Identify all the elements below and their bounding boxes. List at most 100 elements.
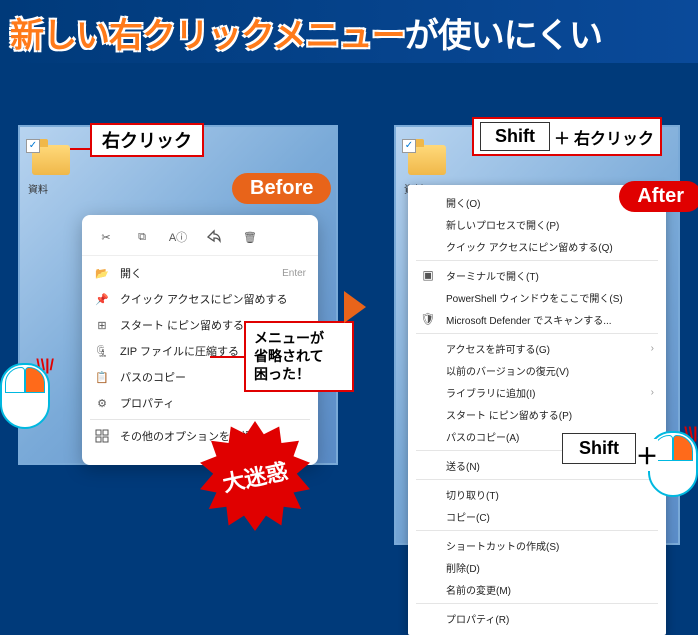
blank-icon (420, 340, 436, 356)
menu-item[interactable]: 切り取り(T) (408, 483, 666, 505)
menu-item-label: プロパティ (120, 395, 306, 411)
menu-item[interactable]: PowerShell ウィンドウをここで開く(S) (408, 286, 666, 308)
callout-line3: 困った！ (254, 365, 344, 383)
folder-icon[interactable]: ✓ (408, 145, 446, 175)
share-icon[interactable] (204, 227, 224, 247)
menu-item[interactable]: プロパティ(R) (408, 607, 666, 629)
menu-item[interactable]: 📌クイック アクセスにピン留めする (82, 286, 318, 312)
menu-item[interactable]: 削除(D) (408, 556, 666, 578)
menu-item[interactable]: ⚙ プロパティ (82, 390, 318, 416)
mouse-right-button-icon (673, 435, 693, 461)
key-shift-small: Shift (562, 433, 636, 464)
blank-icon (420, 508, 436, 524)
callout-complaint: メニューが 省略されて 困った！ (244, 321, 354, 392)
transition-arrow-icon (344, 291, 366, 323)
menu-item-label: 以前のバージョンの復元(V) (446, 363, 654, 378)
badge-before: Before (232, 173, 331, 204)
menu-item[interactable]: クイック アクセスにピン留めする(Q) (408, 235, 666, 257)
menu-item-label: ライブラリに追加(I) (446, 385, 641, 400)
callout-line2: 省略されて (254, 347, 344, 365)
menu-item[interactable]: 📂 開く Enter (82, 260, 318, 286)
menu-item[interactable]: コピー(C) (408, 505, 666, 527)
chevron-right-icon: › (651, 343, 654, 354)
checkbox-icon[interactable]: ✓ (402, 139, 416, 153)
page-title-bar: 新しい右クリックメニューが使いにくい (0, 0, 698, 63)
menu-item[interactable]: アクセスを許可する(G) › (408, 337, 666, 359)
rename-icon[interactable]: Aⓘ (168, 227, 188, 247)
chevron-right-icon: › (651, 387, 654, 398)
mouse-illustration-left: \\|/ (0, 363, 50, 433)
path-icon: 📋 (94, 369, 110, 385)
more-icon (94, 428, 110, 444)
menu-separator (416, 603, 658, 604)
zip-icon: 🗜 (94, 343, 110, 359)
menu-item-label: スタート にピン留めする(P) (446, 407, 654, 422)
pointer-line (70, 148, 90, 150)
label-right-click: 右クリック (90, 123, 204, 157)
menu-separator (416, 530, 658, 531)
menu-item-label: 新しいプロセスで開く(P) (446, 217, 654, 232)
blank-icon (420, 362, 436, 378)
menu-item-label: Microsoft Defender でスキャンする... (446, 312, 654, 327)
menu-item[interactable]: スタート にピン留めする(P) (408, 403, 666, 425)
blank-icon (420, 559, 436, 575)
menu-item-label: クイック アクセスにピン留めする (120, 291, 306, 307)
cut-icon[interactable]: ✂ (96, 227, 116, 247)
blank-icon (420, 194, 436, 210)
menu-item[interactable]: 以前のバージョンの復元(V) (408, 359, 666, 381)
mouse-left-button-icon (5, 367, 25, 393)
blank-icon (420, 428, 436, 444)
menu-item-label: コピー(C) (446, 509, 654, 524)
label-right-click-text: 右クリック (102, 131, 192, 151)
blank-icon (420, 289, 436, 305)
badge-after: After (619, 181, 698, 212)
blank-icon (420, 238, 436, 254)
blank-icon (420, 457, 436, 473)
menu-item-label: ショートカットの作成(S) (446, 538, 654, 553)
terminal-icon: ▣ (420, 267, 436, 283)
blank-icon (420, 610, 436, 626)
menu-separator (416, 260, 658, 261)
blank-icon (420, 406, 436, 422)
blank-icon (420, 384, 436, 400)
content-area: ✓ 資料 ✂ ⧉ Aⓘ 🗑 📂開くEnter📌クイック アクセスにピン留めする⊞… (0, 63, 698, 543)
menu-item-label: 切り取り(T) (446, 487, 654, 502)
folder-label: 資料 (28, 181, 48, 196)
blank-icon (420, 537, 436, 553)
plus-icon: ＋ (554, 125, 570, 149)
menu-item-label: 開く (120, 265, 272, 281)
context-menu-classic: 開く(O)新しいプロセスで開く(P)クイック アクセスにピン留めする(Q)▣ター… (408, 185, 666, 635)
menu-separator (90, 419, 310, 420)
blank-icon (420, 486, 436, 502)
menu-item-label: アクセスを許可する(G) (446, 341, 641, 356)
title-white: が使いにくい (405, 17, 602, 55)
open-icon: 📂 (94, 265, 110, 281)
menu-item-label: 名前の変更(M) (446, 582, 654, 597)
menu-item[interactable]: 名前の変更(M) (408, 578, 666, 600)
top-icon-row: ✂ ⧉ Aⓘ 🗑 (82, 221, 318, 256)
properties-icon: ⚙ (94, 395, 110, 411)
menu-item-label: PowerShell ウィンドウをここで開く(S) (446, 290, 654, 305)
menu-item-hint: Enter (282, 268, 306, 279)
menu-item[interactable]: ▣ ターミナルで開く(T) (408, 264, 666, 286)
mouse-body-icon (0, 363, 50, 429)
callout-line1: メニューが (254, 329, 344, 347)
shield-icon: 🛡 (420, 311, 436, 327)
title-orange: 新しい右クリックメニュー (10, 17, 405, 55)
plus-icon-small: ＋ (636, 439, 658, 471)
blank-icon (420, 581, 436, 597)
menu-item[interactable]: ライブラリに追加(I) › (408, 381, 666, 403)
blank-icon (420, 216, 436, 232)
folder-icon[interactable]: ✓ (32, 145, 70, 175)
copy-icon[interactable]: ⧉ (132, 227, 152, 247)
menu-item-label: クイック アクセスにピン留めする(Q) (446, 239, 654, 254)
menu-item[interactable]: 新しいプロセスで開く(P) (408, 213, 666, 235)
menu-item-label: 削除(D) (446, 560, 654, 575)
menu-item-label: ターミナルで開く(T) (446, 268, 654, 283)
menu-item[interactable]: 🛡 Microsoft Defender でスキャンする... (408, 308, 666, 330)
menu-item[interactable]: ショートカットの作成(S) (408, 534, 666, 556)
delete-icon[interactable]: 🗑 (240, 227, 260, 247)
label-right-click-2: 右クリック (574, 125, 654, 149)
checkbox-icon[interactable]: ✓ (26, 139, 40, 153)
starburst-badge: 大迷惑 (200, 421, 310, 531)
